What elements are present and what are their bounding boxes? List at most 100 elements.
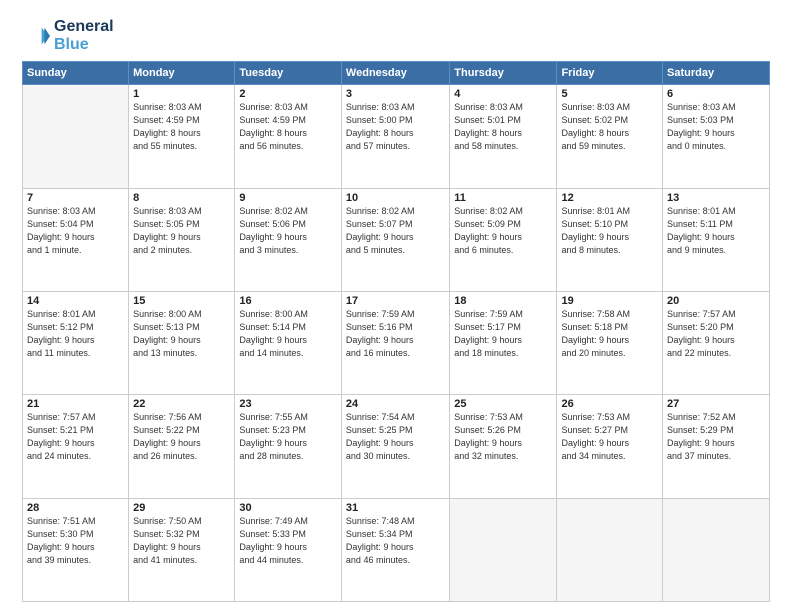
calendar-week-4: 28Sunrise: 7:51 AMSunset: 5:30 PMDayligh… (23, 498, 770, 601)
day-number: 1 (133, 88, 230, 100)
page: General Blue SundayMondayTuesdayWednesda… (0, 0, 792, 612)
day-info: Sunrise: 7:56 AMSunset: 5:22 PMDaylight:… (133, 411, 230, 463)
calendar-cell: 12Sunrise: 8:01 AMSunset: 5:10 PMDayligh… (557, 188, 663, 291)
day-info: Sunrise: 8:03 AMSunset: 5:02 PMDaylight:… (561, 101, 658, 153)
day-info: Sunrise: 7:54 AMSunset: 5:25 PMDaylight:… (346, 411, 445, 463)
day-number: 12 (561, 192, 658, 204)
day-number: 9 (239, 192, 337, 204)
day-info: Sunrise: 7:59 AMSunset: 5:16 PMDaylight:… (346, 308, 445, 360)
day-info: Sunrise: 7:58 AMSunset: 5:18 PMDaylight:… (561, 308, 658, 360)
day-info: Sunrise: 7:57 AMSunset: 5:21 PMDaylight:… (27, 411, 124, 463)
calendar-header-saturday: Saturday (663, 62, 770, 85)
day-info: Sunrise: 7:53 AMSunset: 5:26 PMDaylight:… (454, 411, 552, 463)
calendar-header-row: SundayMondayTuesdayWednesdayThursdayFrid… (23, 62, 770, 85)
calendar-cell: 20Sunrise: 7:57 AMSunset: 5:20 PMDayligh… (663, 291, 770, 394)
day-info: Sunrise: 7:52 AMSunset: 5:29 PMDaylight:… (667, 411, 765, 463)
day-number: 31 (346, 502, 445, 514)
day-info: Sunrise: 8:02 AMSunset: 5:06 PMDaylight:… (239, 205, 337, 257)
day-info: Sunrise: 8:03 AMSunset: 5:03 PMDaylight:… (667, 101, 765, 153)
day-info: Sunrise: 8:03 AMSunset: 4:59 PMDaylight:… (239, 101, 337, 153)
day-info: Sunrise: 8:03 AMSunset: 4:59 PMDaylight:… (133, 101, 230, 153)
calendar-cell: 23Sunrise: 7:55 AMSunset: 5:23 PMDayligh… (235, 395, 342, 498)
calendar-cell: 27Sunrise: 7:52 AMSunset: 5:29 PMDayligh… (663, 395, 770, 498)
calendar-cell: 17Sunrise: 7:59 AMSunset: 5:16 PMDayligh… (341, 291, 449, 394)
logo: General Blue (22, 18, 114, 53)
day-number: 22 (133, 398, 230, 410)
calendar-cell: 26Sunrise: 7:53 AMSunset: 5:27 PMDayligh… (557, 395, 663, 498)
calendar-header-sunday: Sunday (23, 62, 129, 85)
calendar-cell: 3Sunrise: 8:03 AMSunset: 5:00 PMDaylight… (341, 85, 449, 188)
calendar-cell (450, 498, 557, 601)
logo-text: General Blue (54, 18, 114, 53)
day-number: 5 (561, 88, 658, 100)
day-number: 24 (346, 398, 445, 410)
day-info: Sunrise: 7:50 AMSunset: 5:32 PMDaylight:… (133, 515, 230, 567)
day-info: Sunrise: 8:01 AMSunset: 5:12 PMDaylight:… (27, 308, 124, 360)
day-number: 16 (239, 295, 337, 307)
calendar-cell: 13Sunrise: 8:01 AMSunset: 5:11 PMDayligh… (663, 188, 770, 291)
calendar-cell: 19Sunrise: 7:58 AMSunset: 5:18 PMDayligh… (557, 291, 663, 394)
day-number: 26 (561, 398, 658, 410)
day-number: 19 (561, 295, 658, 307)
calendar-cell: 28Sunrise: 7:51 AMSunset: 5:30 PMDayligh… (23, 498, 129, 601)
calendar-cell: 24Sunrise: 7:54 AMSunset: 5:25 PMDayligh… (341, 395, 449, 498)
day-number: 11 (454, 192, 552, 204)
day-number: 6 (667, 88, 765, 100)
calendar-header-thursday: Thursday (450, 62, 557, 85)
day-number: 25 (454, 398, 552, 410)
calendar-cell (663, 498, 770, 601)
logo-icon (22, 22, 50, 50)
calendar-cell: 11Sunrise: 8:02 AMSunset: 5:09 PMDayligh… (450, 188, 557, 291)
calendar-cell: 5Sunrise: 8:03 AMSunset: 5:02 PMDaylight… (557, 85, 663, 188)
day-number: 29 (133, 502, 230, 514)
day-info: Sunrise: 7:49 AMSunset: 5:33 PMDaylight:… (239, 515, 337, 567)
calendar-cell: 4Sunrise: 8:03 AMSunset: 5:01 PMDaylight… (450, 85, 557, 188)
calendar-cell: 16Sunrise: 8:00 AMSunset: 5:14 PMDayligh… (235, 291, 342, 394)
header: General Blue (22, 18, 770, 53)
calendar-header-friday: Friday (557, 62, 663, 85)
day-info: Sunrise: 8:00 AMSunset: 5:13 PMDaylight:… (133, 308, 230, 360)
day-info: Sunrise: 7:55 AMSunset: 5:23 PMDaylight:… (239, 411, 337, 463)
calendar-header-tuesday: Tuesday (235, 62, 342, 85)
day-info: Sunrise: 8:02 AMSunset: 5:09 PMDaylight:… (454, 205, 552, 257)
calendar-cell: 8Sunrise: 8:03 AMSunset: 5:05 PMDaylight… (129, 188, 235, 291)
day-number: 18 (454, 295, 552, 307)
day-info: Sunrise: 7:53 AMSunset: 5:27 PMDaylight:… (561, 411, 658, 463)
day-number: 2 (239, 88, 337, 100)
calendar-cell: 31Sunrise: 7:48 AMSunset: 5:34 PMDayligh… (341, 498, 449, 601)
day-number: 28 (27, 502, 124, 514)
calendar-cell (557, 498, 663, 601)
day-number: 7 (27, 192, 124, 204)
day-info: Sunrise: 7:48 AMSunset: 5:34 PMDaylight:… (346, 515, 445, 567)
calendar-cell: 30Sunrise: 7:49 AMSunset: 5:33 PMDayligh… (235, 498, 342, 601)
calendar-cell: 6Sunrise: 8:03 AMSunset: 5:03 PMDaylight… (663, 85, 770, 188)
day-number: 23 (239, 398, 337, 410)
day-number: 21 (27, 398, 124, 410)
day-number: 30 (239, 502, 337, 514)
calendar-week-2: 14Sunrise: 8:01 AMSunset: 5:12 PMDayligh… (23, 291, 770, 394)
day-number: 4 (454, 88, 552, 100)
day-info: Sunrise: 8:01 AMSunset: 5:10 PMDaylight:… (561, 205, 658, 257)
day-info: Sunrise: 8:00 AMSunset: 5:14 PMDaylight:… (239, 308, 337, 360)
day-number: 10 (346, 192, 445, 204)
day-info: Sunrise: 7:51 AMSunset: 5:30 PMDaylight:… (27, 515, 124, 567)
calendar-cell: 15Sunrise: 8:00 AMSunset: 5:13 PMDayligh… (129, 291, 235, 394)
calendar-cell: 25Sunrise: 7:53 AMSunset: 5:26 PMDayligh… (450, 395, 557, 498)
calendar-cell: 9Sunrise: 8:02 AMSunset: 5:06 PMDaylight… (235, 188, 342, 291)
calendar-week-1: 7Sunrise: 8:03 AMSunset: 5:04 PMDaylight… (23, 188, 770, 291)
calendar-cell: 21Sunrise: 7:57 AMSunset: 5:21 PMDayligh… (23, 395, 129, 498)
calendar-cell: 22Sunrise: 7:56 AMSunset: 5:22 PMDayligh… (129, 395, 235, 498)
calendar-cell: 10Sunrise: 8:02 AMSunset: 5:07 PMDayligh… (341, 188, 449, 291)
day-info: Sunrise: 8:03 AMSunset: 5:01 PMDaylight:… (454, 101, 552, 153)
calendar-cell: 1Sunrise: 8:03 AMSunset: 4:59 PMDaylight… (129, 85, 235, 188)
calendar-cell: 14Sunrise: 8:01 AMSunset: 5:12 PMDayligh… (23, 291, 129, 394)
day-number: 17 (346, 295, 445, 307)
day-info: Sunrise: 8:03 AMSunset: 5:00 PMDaylight:… (346, 101, 445, 153)
calendar-header-wednesday: Wednesday (341, 62, 449, 85)
day-number: 13 (667, 192, 765, 204)
day-info: Sunrise: 8:03 AMSunset: 5:04 PMDaylight:… (27, 205, 124, 257)
day-number: 3 (346, 88, 445, 100)
day-info: Sunrise: 8:03 AMSunset: 5:05 PMDaylight:… (133, 205, 230, 257)
day-info: Sunrise: 8:01 AMSunset: 5:11 PMDaylight:… (667, 205, 765, 257)
calendar-cell: 2Sunrise: 8:03 AMSunset: 4:59 PMDaylight… (235, 85, 342, 188)
